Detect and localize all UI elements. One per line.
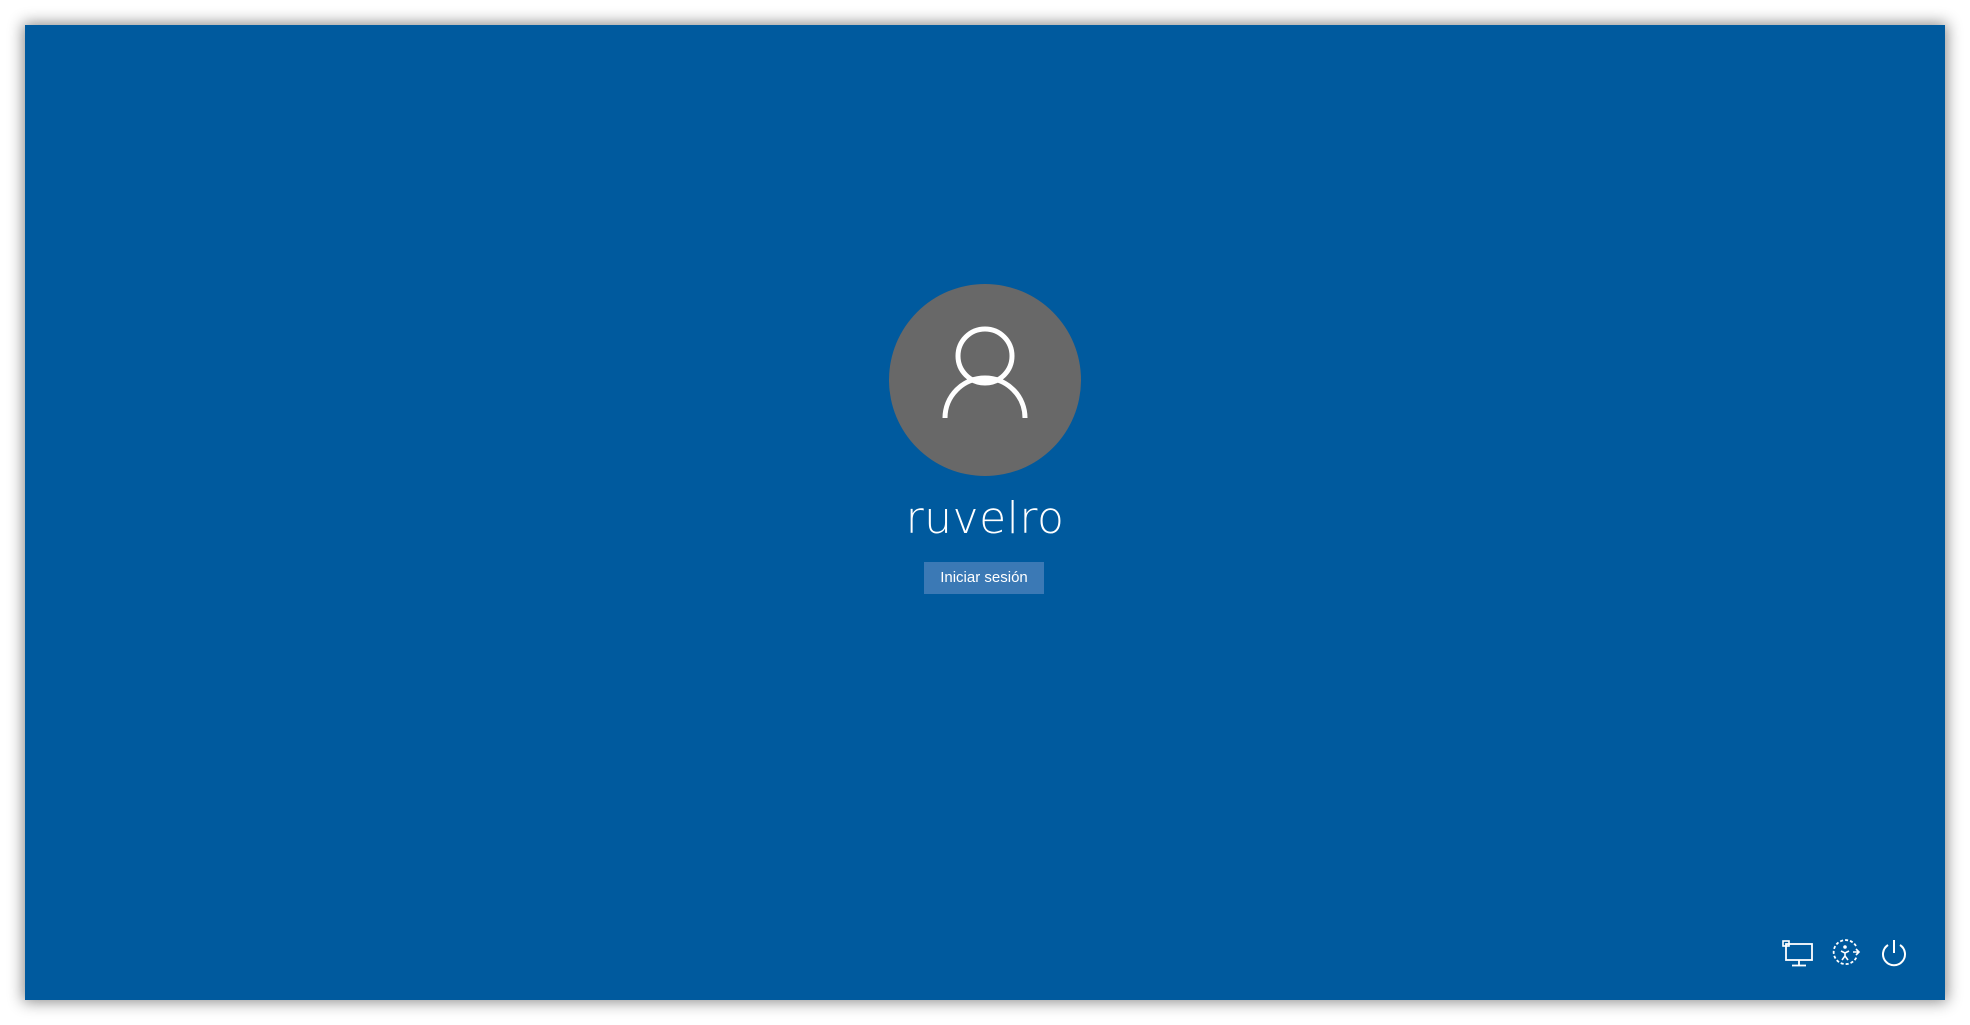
- username: ruvelro: [905, 493, 1065, 544]
- power-button[interactable]: [1877, 936, 1911, 970]
- ease-of-access-icon: [1832, 939, 1861, 965]
- network-icon: [1782, 940, 1813, 967]
- power-icon: [1882, 940, 1906, 967]
- sign-in-button[interactable]: Iniciar sesión: [924, 562, 1044, 594]
- avatar: [889, 284, 1081, 476]
- network-button[interactable]: [1781, 936, 1815, 970]
- user-silhouette-icon: [942, 326, 1028, 419]
- ease-of-access-button[interactable]: [1829, 936, 1863, 970]
- lock-screen: ruvelro Iniciar sesión: [25, 25, 1945, 1000]
